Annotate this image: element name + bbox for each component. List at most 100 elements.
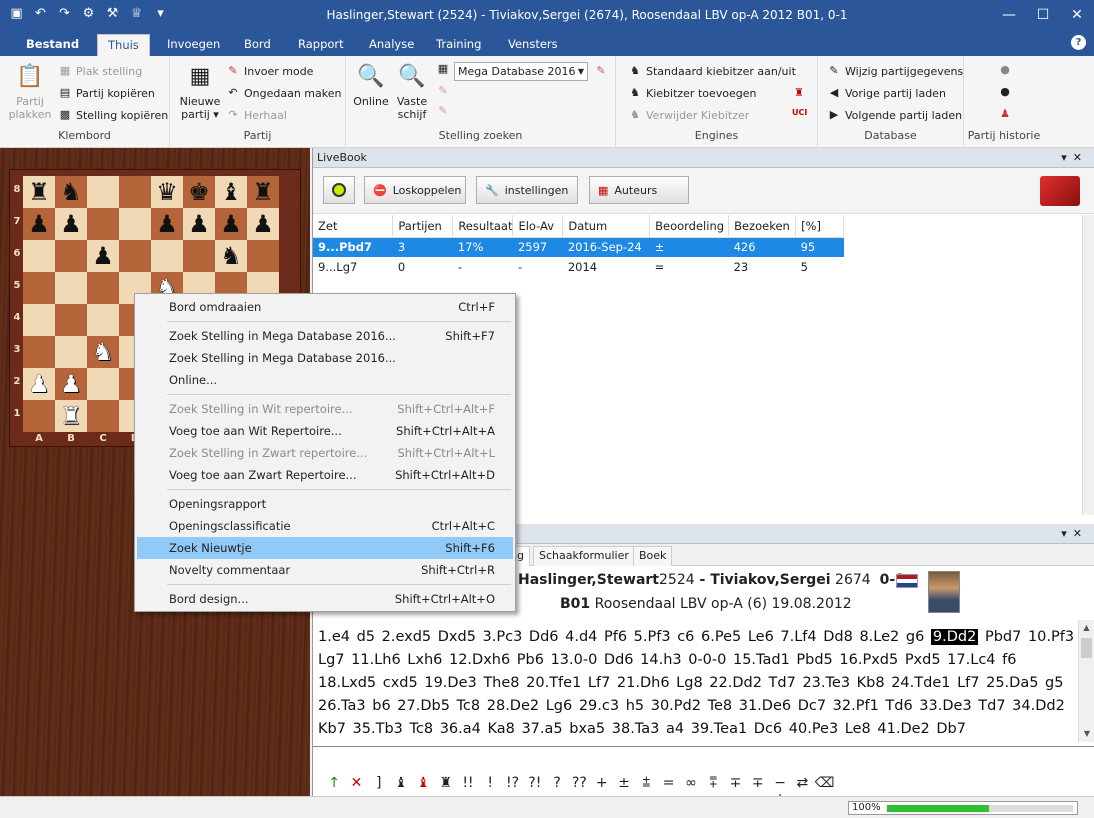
board-square[interactable]: ♟ — [215, 208, 247, 240]
board-square[interactable] — [87, 368, 119, 400]
black-rook-piece[interactable]: ♜ — [252, 180, 274, 204]
board-square[interactable] — [55, 336, 87, 368]
col-bezoeken[interactable]: Bezoeken — [728, 215, 797, 238]
redo-button[interactable]: ↷ Herhaal — [226, 108, 287, 122]
board-square[interactable] — [119, 176, 151, 208]
maximize-icon[interactable]: ☐ — [1026, 0, 1060, 30]
authors-button[interactable]: ▦ Auteurs — [589, 176, 689, 204]
scroll-thumb[interactable] — [1081, 638, 1092, 658]
tab-training[interactable]: Training — [426, 34, 491, 56]
tab-bord[interactable]: Bord — [234, 34, 281, 56]
board-square[interactable]: ♜ — [247, 176, 279, 208]
context-menu-item[interactable]: Openingsclassificatie Ctrl+Alt+C — [137, 515, 513, 537]
context-menu-item[interactable]: Zoek Nieuwtje Shift+F6 — [137, 537, 513, 559]
board-square[interactable]: ♜ — [55, 400, 87, 432]
livebook-status-button[interactable] — [323, 176, 355, 204]
board-square[interactable]: ♟ — [23, 368, 55, 400]
col-beoordeling[interactable]: Beoordeling — [649, 215, 730, 238]
black-pawn-piece[interactable]: ♟ — [60, 212, 82, 236]
board-square[interactable] — [55, 240, 87, 272]
black-pawn-piece[interactable]: ♟ — [156, 212, 178, 236]
tab-thuis[interactable]: Thuis — [97, 34, 150, 56]
context-menu-item[interactable]: Voeg toe aan Wit Repertoire... Shift+Ctrl… — [137, 420, 513, 442]
black-pawn-piece[interactable]: ♟ — [252, 212, 274, 236]
search-tool-icon[interactable]: ✎ — [594, 64, 608, 78]
board-square[interactable] — [23, 400, 55, 432]
default-kibitzer-button[interactable]: ♞ Standaard kiebitzer aan/uit — [628, 64, 796, 78]
edit-game-data-button[interactable]: ✎ Wijzig partijgegevens — [827, 64, 963, 78]
board-square[interactable] — [151, 240, 183, 272]
black-bishop-piece[interactable]: ♝ — [220, 180, 242, 204]
board-square[interactable] — [23, 240, 55, 272]
undo-button[interactable]: ↶ Ongedaan maken — [226, 86, 341, 100]
white-pawn-piece[interactable]: ♟ — [60, 372, 82, 396]
board-square[interactable] — [55, 304, 87, 336]
move-list[interactable]: 1.e4 d5 2.exd5 Dxd5 3.Pc3 Dd6 4.d4 Pf6 5… — [313, 624, 1079, 744]
black-knight-piece[interactable]: ♞ — [60, 180, 82, 204]
search-option-icon-1[interactable]: ✎ — [436, 84, 450, 98]
board-square[interactable] — [87, 400, 119, 432]
black-pawn-piece[interactable]: ♟ — [92, 244, 114, 268]
white-knight-piece[interactable]: ♞ — [92, 340, 114, 364]
history-pawn-icon[interactable]: ♟ — [998, 107, 1012, 121]
board-square[interactable] — [119, 208, 151, 240]
panel-controls[interactable]: ▾✕ — [1061, 148, 1088, 168]
board-square[interactable] — [183, 240, 215, 272]
next-game-button[interactable]: ▶ Volgende partij laden — [827, 108, 962, 122]
board-square[interactable] — [247, 240, 279, 272]
col-resultaat[interactable]: Resultaat — [452, 215, 514, 238]
black-knight-piece[interactable]: ♞ — [220, 244, 242, 268]
add-kibitzer-button[interactable]: ♞ Kiebitzer toevoegen — [628, 86, 756, 100]
uci-icon[interactable]: UCI — [792, 108, 807, 117]
board-square[interactable]: ♝ — [215, 176, 247, 208]
white-pawn-piece[interactable]: ♟ — [28, 372, 50, 396]
board-square[interactable]: ♟ — [55, 368, 87, 400]
paste-game-button[interactable]: 📋 Partij plakken — [6, 62, 54, 121]
current-move[interactable]: 9.Dd2 — [930, 629, 979, 645]
database-select[interactable]: Mega Database 2016 ▼ — [454, 62, 588, 81]
board-square[interactable] — [87, 208, 119, 240]
board-square[interactable]: ♞ — [87, 336, 119, 368]
history-back-icon[interactable]: ● — [998, 63, 1012, 77]
board-square[interactable]: ♚ — [183, 176, 215, 208]
table-row[interactable]: 9...Lg7 0 - - 2014 = 23 5 — [313, 257, 844, 277]
context-menu-item[interactable]: Openingsrapport — [137, 493, 513, 515]
white-rook-piece[interactable]: ♜ — [60, 404, 82, 428]
board-square[interactable]: ♟ — [87, 240, 119, 272]
search-option-icon-2[interactable]: ✎ — [436, 104, 450, 118]
zoom-control[interactable]: 100% — [848, 801, 1078, 815]
tab-schaakformulier[interactable]: Schaakformulier — [533, 546, 635, 566]
copy-position-button[interactable]: ▩ Stelling kopiëren — [58, 108, 168, 122]
black-rook-piece[interactable]: ♜ — [28, 180, 50, 204]
help-icon[interactable]: ? — [1071, 35, 1086, 50]
context-menu-item[interactable]: Zoek Stelling in Wit repertoire... Shift+… — [137, 398, 513, 420]
previous-game-button[interactable]: ◀ Vorige partij laden — [827, 86, 946, 100]
scroll-down-icon[interactable]: ▼ — [1079, 726, 1094, 742]
context-menu-item[interactable]: Voeg toe aan Zwart Repertoire... Shift+Ct… — [137, 464, 513, 486]
tab-boek[interactable]: Boek — [633, 546, 673, 566]
tab-analyse[interactable]: Analyse — [359, 34, 424, 56]
col-zet[interactable]: Zet — [313, 215, 394, 238]
online-search-button[interactable]: 🔍 Online — [350, 62, 392, 108]
disconnect-button[interactable]: ⛔ Loskoppelen — [364, 176, 466, 204]
context-menu-item[interactable]: Bord design... Shift+Ctrl+Alt+O — [137, 588, 513, 610]
board-square[interactable]: ♟ — [23, 208, 55, 240]
disk-search-button[interactable]: 🔍 Vaste schijf — [392, 62, 432, 121]
board-square[interactable] — [23, 336, 55, 368]
col-elo[interactable]: Elo-Av — [512, 215, 564, 238]
board-square[interactable] — [87, 176, 119, 208]
board-square[interactable]: ♟ — [55, 208, 87, 240]
board-square[interactable] — [23, 272, 55, 304]
tab-invoegen[interactable]: Invoegen — [157, 34, 230, 56]
settings-button[interactable]: 🔧 instellingen — [476, 176, 578, 204]
context-menu-item[interactable]: Online... — [137, 369, 513, 391]
board-square[interactable]: ♞ — [55, 176, 87, 208]
minimize-icon[interactable]: — — [992, 0, 1026, 30]
scroll-up-icon[interactable]: ▲ — [1079, 620, 1094, 636]
context-menu-item[interactable]: Novelty commentaar Shift+Ctrl+R — [137, 559, 513, 581]
board-square[interactable] — [55, 272, 87, 304]
board-square[interactable] — [87, 304, 119, 336]
board-square[interactable] — [119, 240, 151, 272]
col-percent[interactable]: [%] — [795, 215, 844, 238]
copy-game-button[interactable]: ▤ Partij kopiëren — [58, 86, 155, 100]
